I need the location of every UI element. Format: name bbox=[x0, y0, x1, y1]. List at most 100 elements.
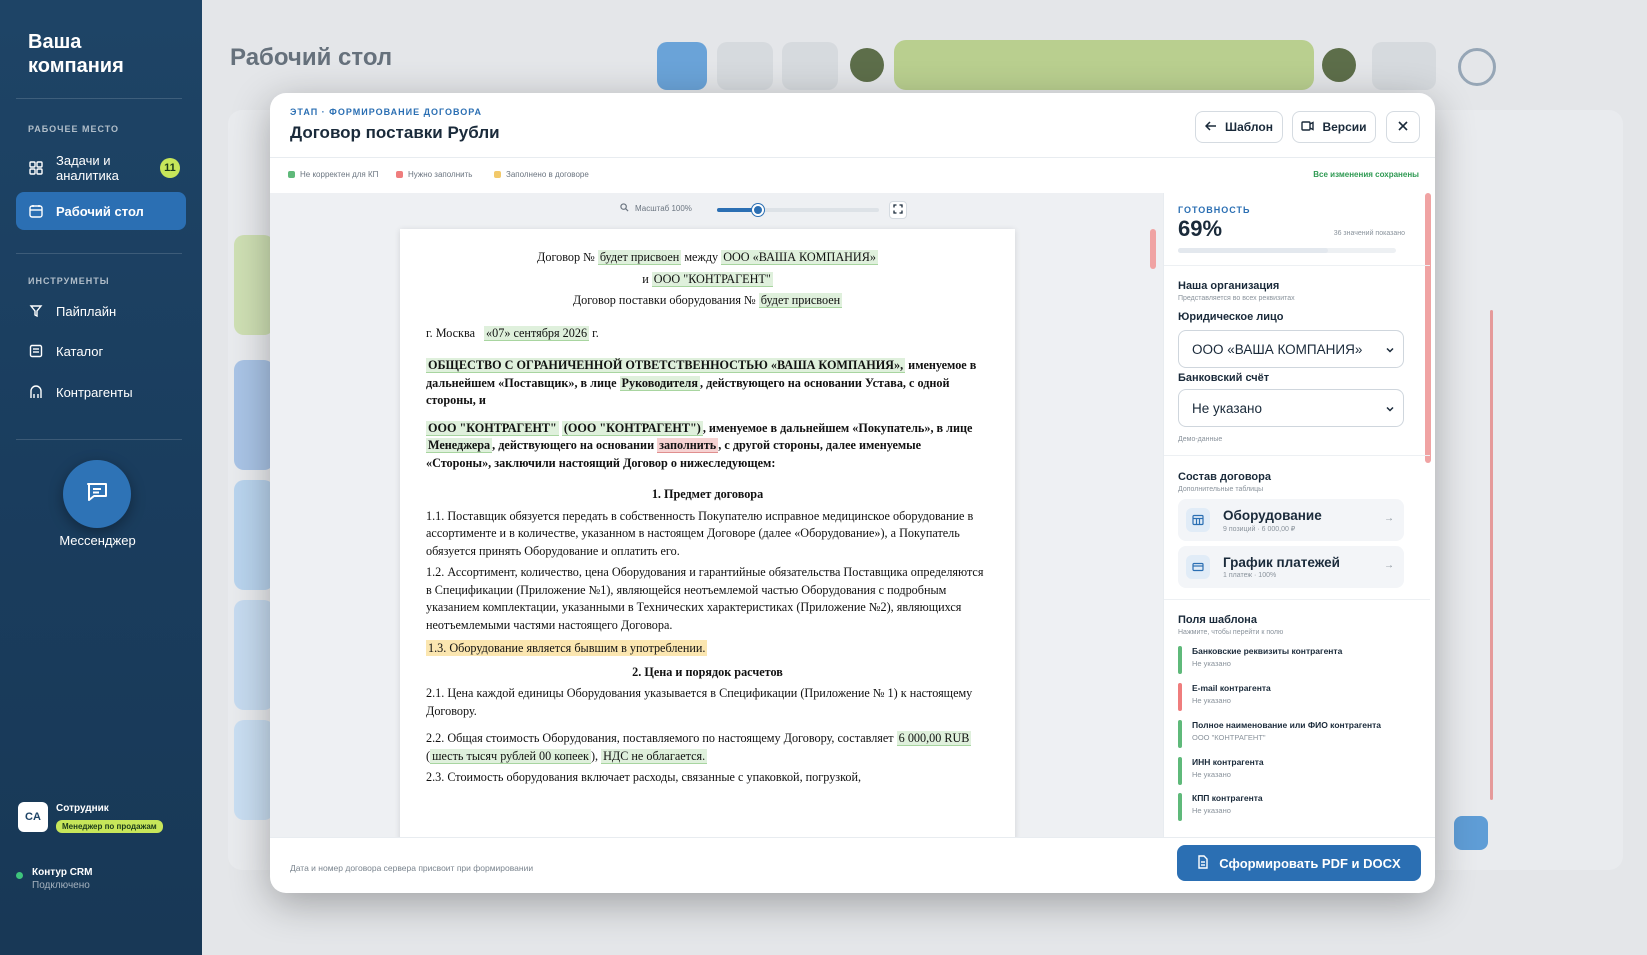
background-toolbar-button bbox=[782, 42, 838, 90]
doc-section-title: 2. Цена и порядок расчетов bbox=[632, 664, 783, 679]
sidebar-item-catalog[interactable]: Каталог bbox=[16, 332, 186, 370]
fullscreen-button[interactable] bbox=[889, 201, 907, 219]
background-toolbar-button bbox=[657, 42, 707, 90]
sidebar-item-pipeline[interactable]: Пайплайн bbox=[16, 292, 186, 330]
field-name: Полное наименование или ФИО контрагента bbox=[1192, 720, 1382, 730]
document-viewer[interactable]: Масштаб 100% Договор № будет присвоен ме… bbox=[270, 193, 1163, 837]
template-fields-subtitle: Нажмите, чтобы перейти к полю bbox=[1178, 629, 1284, 636]
template-field-item[interactable]: E-mail контрагента Не указано bbox=[1178, 683, 1408, 711]
doc-field-counterparty[interactable]: (ООО "КОНТРАГЕНТ") bbox=[561, 420, 703, 436]
template-field-item[interactable]: КПП контрагента Не указано bbox=[1178, 793, 1408, 821]
sidebar-item-label: Контрагенты bbox=[56, 384, 133, 400]
doc-clause: 1.2. Ассортимент, количество, цена Обору… bbox=[426, 565, 984, 632]
doc-field-counterparty[interactable]: ООО "КОНТРАГЕНТ" bbox=[426, 420, 559, 436]
doc-field-contract-number[interactable]: будет присвоен bbox=[597, 250, 682, 265]
legend-label: Заполнено в договоре bbox=[506, 170, 589, 179]
legend-swatch bbox=[396, 171, 403, 178]
background-toolbar-button bbox=[717, 42, 773, 90]
doc-heading-line: и ООО "КОНТРАГЕНТ" bbox=[426, 271, 989, 289]
crm-name: Контур CRM bbox=[32, 867, 93, 878]
tasks-count-badge: 11 bbox=[160, 158, 180, 178]
user-role-badge: Менеджер по продажам bbox=[56, 820, 163, 833]
doc-field-date[interactable]: «07» сентября 2026 bbox=[484, 325, 590, 341]
section-label-tools: ИНСТРУМЕНТЫ bbox=[28, 276, 110, 286]
bank-account-select[interactable]: Не указано bbox=[1178, 389, 1404, 427]
doc-field-counterparty-role[interactable]: Менеджера bbox=[426, 438, 493, 453]
document-icon bbox=[1197, 854, 1209, 872]
composition-item-subtitle: 1 платеж · 100% bbox=[1223, 572, 1277, 579]
versions-button[interactable]: Версии bbox=[1292, 111, 1376, 143]
divider bbox=[16, 98, 182, 99]
template-button[interactable]: Шаблон bbox=[1195, 111, 1283, 143]
doc-text: Договор № bbox=[537, 250, 595, 264]
demo-note: Демо-данные bbox=[1178, 436, 1223, 443]
calendar-icon bbox=[28, 203, 44, 219]
sidebar-item-tasks[interactable]: Задачи и аналитика 11 bbox=[16, 146, 186, 190]
doc-field-required[interactable]: заполнить bbox=[657, 438, 719, 453]
messenger-button[interactable] bbox=[63, 460, 131, 528]
field-value: Не указано bbox=[1192, 659, 1231, 668]
composition-item-payments[interactable]: График платежей 1 платеж · 100% → bbox=[1178, 546, 1404, 588]
doc-field-contract-number[interactable]: будет присвоен bbox=[758, 293, 843, 308]
legend-swatch bbox=[494, 171, 501, 178]
readiness-progress-fill bbox=[1178, 248, 1329, 253]
legend-item: Не корректен для КП bbox=[288, 170, 378, 179]
doc-field-party2[interactable]: ООО "КОНТРАГЕНТ" bbox=[651, 271, 773, 287]
doc-heading-line: Договор № будет присвоен между ООО «ВАША… bbox=[426, 249, 989, 267]
zoom-control: Масштаб 100% bbox=[620, 203, 692, 214]
legend-item: Заполнено в договоре bbox=[494, 170, 589, 179]
doc-text: , именуемое в дальнейшем «Покупатель», в… bbox=[702, 420, 973, 435]
field-value: Не указано bbox=[1192, 770, 1231, 779]
doc-heading-line: Договор поставки оборудования № будет пр… bbox=[426, 292, 989, 310]
composition-subtitle: Дополнительные таблицы bbox=[1178, 486, 1264, 493]
doc-clause-filled[interactable]: 1.3. Оборудование является бывшим в упот… bbox=[426, 640, 708, 656]
doc-field-vat[interactable]: НДС не облагается. bbox=[601, 748, 708, 764]
doc-field-sum-words[interactable]: шесть тысяч рублей 00 копеек bbox=[430, 748, 591, 764]
avatar[interactable]: CA bbox=[18, 802, 48, 832]
divider bbox=[1164, 455, 1430, 456]
zoom-slider[interactable] bbox=[717, 204, 879, 216]
legal-entity-select[interactable]: ООО «ВАША КОМПАНИЯ» bbox=[1178, 330, 1404, 368]
composition-item-equipment[interactable]: Оборудование 9 позиций · 6 000,00 ₽ → bbox=[1178, 499, 1404, 541]
field-status-bar bbox=[1178, 720, 1182, 748]
background-card bbox=[234, 360, 274, 470]
viewer-scrollbar[interactable] bbox=[1150, 229, 1156, 269]
search-icon bbox=[620, 203, 629, 214]
legend-label: Нужно заполнить bbox=[408, 170, 473, 179]
panel-scrollbar[interactable] bbox=[1425, 193, 1431, 463]
modal-title: Договор поставки Рубли bbox=[290, 123, 500, 142]
divider bbox=[270, 157, 1435, 158]
doc-field-total-sum[interactable]: 6 000,00 RUB bbox=[896, 731, 972, 746]
sidebar-item-counterparties[interactable]: Контрагенты bbox=[16, 373, 186, 411]
chevron-down-icon bbox=[1385, 402, 1395, 417]
saved-status: Все изменения сохранены bbox=[1313, 170, 1419, 179]
composition-item-subtitle: 9 позиций · 6 000,00 ₽ bbox=[1223, 525, 1296, 533]
field-value: Не указано bbox=[1192, 806, 1231, 815]
legend-swatch bbox=[288, 171, 295, 178]
template-field-item[interactable]: Полное наименование или ФИО контрагента О… bbox=[1178, 720, 1408, 748]
template-fields-title: Поля шаблона bbox=[1178, 614, 1257, 626]
readiness-value: 69% bbox=[1178, 216, 1223, 241]
close-icon bbox=[1398, 120, 1408, 134]
legend-label: Не корректен для КП bbox=[300, 170, 379, 179]
field-name: КПП контрагента bbox=[1192, 793, 1263, 803]
template-field-item[interactable]: Банковские реквизиты контрагента Не указа… bbox=[1178, 646, 1408, 674]
bank-account-label: Банковский счёт bbox=[1178, 372, 1270, 384]
doc-field-company-name[interactable]: ОБЩЕСТВО С ОГРАНИЧЕННОЙ ОТВЕТСТВЕННОСТЬЮ… bbox=[426, 358, 906, 373]
contract-modal: ЭТАП · ФОРМИРОВАНИЕ ДОГОВОРА Договор пос… bbox=[270, 93, 1435, 893]
sidebar-item-desktop[interactable]: Рабочий стол bbox=[16, 192, 186, 230]
sidebar: Ваша компания РАБОЧЕЕ МЕСТО Задачи и ана… bbox=[0, 0, 202, 955]
doc-clause: 2.1. Цена каждой единицы Оборудования ук… bbox=[426, 686, 973, 718]
template-field-item[interactable]: ИНН контрагента Не указано bbox=[1178, 757, 1408, 785]
bank-account-value: Не указано bbox=[1192, 400, 1262, 416]
doc-field-party1[interactable]: ООО «ВАША КОМПАНИЯ» bbox=[721, 250, 878, 265]
doc-field-signatory-role[interactable]: Руководителя bbox=[619, 375, 700, 391]
generate-pdf-docx-button[interactable]: Сформировать PDF и DOCX bbox=[1177, 845, 1421, 881]
fields-panel[interactable]: ГОТОВНОСТЬ 69% 36 значений показано Наша… bbox=[1163, 193, 1435, 837]
zoom-slider-handle[interactable] bbox=[751, 204, 764, 216]
footer-note: Дата и номер договора сервера присвоит п… bbox=[290, 863, 534, 873]
legal-entity-label: Юридическое лицо bbox=[1178, 311, 1284, 323]
field-value: ООО "КОНТРАГЕНТ" bbox=[1192, 733, 1266, 742]
close-button[interactable] bbox=[1386, 111, 1420, 143]
table-icon bbox=[1186, 508, 1210, 532]
